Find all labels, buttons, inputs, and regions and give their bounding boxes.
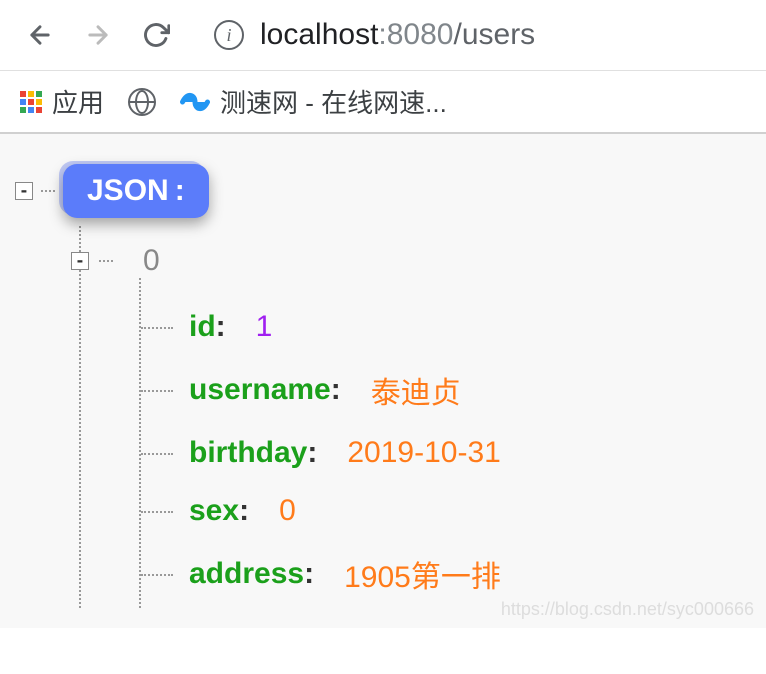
prop-colon: : <box>216 310 226 344</box>
json-root-label: JSON <box>87 174 169 208</box>
prop-key: address <box>189 557 304 591</box>
tree-level-1: - 0 id : 1 username : 泰迪贞 birthday : 201… <box>79 226 751 608</box>
prop-key: username <box>189 373 331 407</box>
prop-row-address: address : 1905第一排 <box>141 540 751 608</box>
url-text: localhost:8080/users <box>260 18 535 52</box>
prop-colon: : <box>331 373 341 407</box>
reload-button[interactable] <box>136 15 176 55</box>
prop-key: birthday <box>189 436 307 470</box>
prop-value: 1 <box>256 310 273 344</box>
prop-row-sex: sex : 0 <box>141 482 751 540</box>
apps-icon <box>20 91 42 113</box>
speedtest-label: 测速网 - 在线网速... <box>220 83 447 120</box>
tree-root: - JSON : <box>15 164 751 218</box>
prop-key: id <box>189 310 216 344</box>
speedtest-icon <box>180 87 210 117</box>
toggle-node-0[interactable]: - <box>71 252 89 270</box>
prop-colon: : <box>239 494 249 528</box>
prop-key: sex <box>189 494 239 528</box>
tree-level-2: id : 1 username : 泰迪贞 birthday : 2019-10… <box>139 278 751 608</box>
apps-label: 应用 <box>52 83 104 120</box>
prop-row-birthday: birthday : 2019-10-31 <box>141 424 751 482</box>
speedtest-bookmark[interactable]: 测速网 - 在线网速... <box>180 83 447 120</box>
json-root-badge[interactable]: JSON : <box>63 164 209 218</box>
json-root-colon: : <box>175 174 185 208</box>
globe-icon <box>128 88 156 116</box>
prop-value: 泰迪贞 <box>371 368 461 412</box>
watermark: https://blog.csdn.net/syc000666 <box>501 599 754 620</box>
prop-row-username: username : 泰迪贞 <box>141 356 751 424</box>
site-info-icon[interactable]: i <box>214 20 244 50</box>
prop-row-id: id : 1 <box>141 298 751 356</box>
apps-bookmark[interactable]: 应用 <box>20 83 104 120</box>
tree-connector <box>41 190 55 192</box>
url-bar[interactable]: i localhost:8080/users <box>194 18 746 52</box>
browser-toolbar: i localhost:8080/users <box>0 0 766 71</box>
bookmarks-bar: 应用 测速网 - 在线网速... <box>0 71 766 134</box>
forward-button[interactable] <box>78 15 118 55</box>
array-index-0: 0 <box>143 244 160 278</box>
json-viewer: - JSON : - 0 id : 1 username : 泰迪贞 birth… <box>0 134 766 628</box>
prop-value: 2019-10-31 <box>347 436 500 470</box>
tree-connector <box>99 260 113 262</box>
toggle-root[interactable]: - <box>15 182 33 200</box>
back-button[interactable] <box>20 15 60 55</box>
prop-value: 1905第一排 <box>344 552 501 596</box>
prop-colon: : <box>304 557 314 591</box>
prop-value: 0 <box>279 494 296 528</box>
globe-bookmark[interactable] <box>128 88 156 116</box>
prop-colon: : <box>307 436 317 470</box>
tree-node-0: - 0 <box>71 244 741 278</box>
